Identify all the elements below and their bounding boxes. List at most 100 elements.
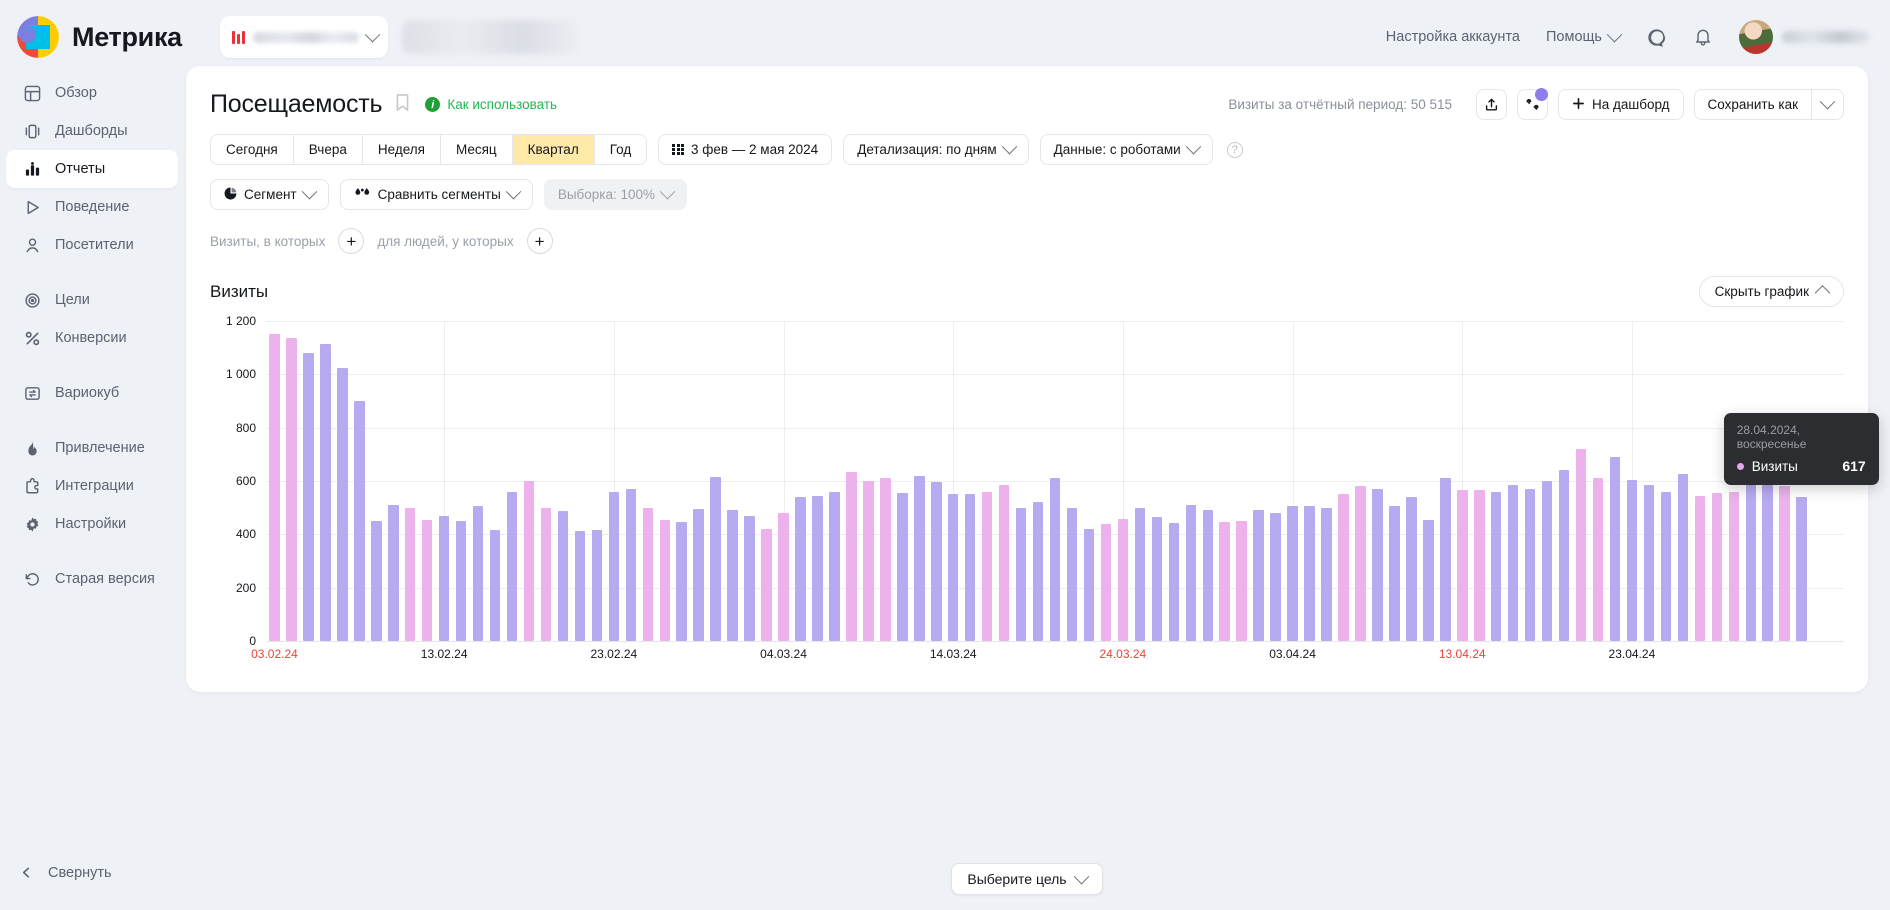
period-option-quarter[interactable]: Квартал [512, 135, 595, 164]
chart-bar-cell[interactable] [1233, 321, 1250, 641]
brand[interactable]: Метрика [0, 16, 220, 58]
sidebar-item-visitors[interactable]: Посетители [6, 226, 178, 264]
chart-bar-cell[interactable] [962, 321, 979, 641]
chart-bar-cell[interactable] [351, 321, 368, 641]
help-menu[interactable]: Помощь [1546, 26, 1623, 45]
chart-bar-cell[interactable] [792, 321, 809, 641]
chart-bar-cell[interactable] [385, 321, 402, 641]
chart-bar-cell[interactable] [521, 321, 538, 641]
period-option-week[interactable]: Неделя [362, 135, 441, 164]
save-as-button[interactable]: Сохранить как [1693, 89, 1811, 120]
chart-bar-cell[interactable] [554, 321, 571, 641]
chart-bar-cell[interactable] [1013, 321, 1030, 641]
chart-bar-cell[interactable] [504, 321, 521, 641]
chart-bar-cell[interactable] [894, 321, 911, 641]
chart-bar-cell[interactable] [877, 321, 894, 641]
sidebar-item-settings[interactable]: Настройки [6, 505, 178, 543]
account-settings-link[interactable]: Настройка аккаунта [1386, 29, 1520, 45]
chart-bar-cell[interactable] [741, 321, 758, 641]
save-as-menu-button[interactable] [1811, 89, 1844, 120]
chart-bar-cell[interactable] [656, 321, 673, 641]
add-people-condition-button[interactable]: + [526, 228, 553, 254]
chart-bar-cell[interactable] [639, 321, 656, 641]
chart-bar-cell[interactable] [1047, 321, 1064, 641]
chart-bar-cell[interactable] [928, 321, 945, 641]
chart-bar-cell[interactable] [1250, 321, 1267, 641]
chart-bar-cell[interactable] [707, 321, 724, 641]
chart-bar-cell[interactable] [826, 321, 843, 641]
period-option-yesterday[interactable]: Вчера [293, 135, 363, 164]
counter-selector[interactable] [220, 16, 388, 58]
chart-bar-cell[interactable] [266, 321, 283, 641]
chart-bar-cell[interactable] [1403, 321, 1420, 641]
sidebar-item-obzor[interactable]: Обзор [6, 74, 178, 112]
chart-bar-cell[interactable] [1335, 321, 1352, 641]
chart-plot-area[interactable]: 28.04.2024, воскресенье Визиты 617 [266, 321, 1879, 642]
chat-bubble-icon[interactable] [1646, 27, 1667, 48]
detail-level-dropdown[interactable]: Детализация: по дням [843, 134, 1029, 165]
chart-bar-cell[interactable] [1030, 321, 1047, 641]
chart-bar-cell[interactable] [436, 321, 453, 641]
hide-chart-button[interactable]: Скрыть график [1698, 276, 1844, 307]
chart-bar-cell[interactable] [538, 321, 555, 641]
how-to-use-link[interactable]: i Как использовать [425, 97, 557, 112]
data-source-dropdown[interactable]: Данные: с роботами [1039, 134, 1213, 165]
sampling-dropdown[interactable]: Выборка: 100% [543, 179, 688, 210]
chart-bar-cell[interactable] [1488, 321, 1505, 641]
compare-flags-icon[interactable] [1517, 88, 1548, 120]
question-mark-icon[interactable]: ? [1226, 141, 1243, 158]
chart-bar-cell[interactable] [1708, 321, 1725, 641]
chart-bar-cell[interactable] [470, 321, 487, 641]
chart-bar-cell[interactable] [588, 321, 605, 641]
chart-bar-cell[interactable] [1640, 321, 1657, 641]
chart-bar-cell[interactable] [1624, 321, 1641, 641]
segment-dropdown[interactable]: Сегмент [210, 179, 329, 210]
chart-bar-cell[interactable] [843, 321, 860, 641]
chart-bar-cell[interactable] [1522, 321, 1539, 641]
chart-bar-cell[interactable] [1081, 321, 1098, 641]
chart-bar-cell[interactable] [673, 321, 690, 641]
period-option-month[interactable]: Месяц [440, 135, 513, 164]
bookmark-icon[interactable] [395, 93, 410, 117]
chart-bar-cell[interactable] [1318, 321, 1335, 641]
chart-bar-cell[interactable] [860, 321, 877, 641]
chart-bar-cell[interactable] [1505, 321, 1522, 641]
sidebar-item-goals[interactable]: Цели [6, 281, 178, 319]
chart-bar-cell[interactable] [1165, 321, 1182, 641]
sidebar-item-conversions[interactable]: Конверсии [6, 319, 178, 357]
period-option-today[interactable]: Сегодня [211, 135, 294, 164]
chart-bar-cell[interactable] [758, 321, 775, 641]
select-goal-button[interactable]: Выберите цель [951, 863, 1103, 895]
chart-bar-cell[interactable] [419, 321, 436, 641]
chart-bar-cell[interactable] [1097, 321, 1114, 641]
chart-bar-cell[interactable] [1674, 321, 1691, 641]
sidebar-item-acquisition[interactable]: Привлечение [6, 429, 178, 467]
chart-bar-cell[interactable] [1607, 321, 1624, 641]
chart-bar-cell[interactable] [605, 321, 622, 641]
chart-bar-cell[interactable] [1352, 321, 1369, 641]
sidebar-item-integrations[interactable]: Интеграции [6, 467, 178, 505]
chart-bar-cell[interactable] [1556, 321, 1573, 641]
sidebar-item-dashboards[interactable]: Дашборды [6, 112, 178, 150]
add-to-dashboard-button[interactable]: На дашборд [1558, 89, 1684, 120]
sidebar-item-variocube[interactable]: Вариокуб [6, 374, 178, 412]
chart-bar-cell[interactable] [1199, 321, 1216, 641]
chart-bar-cell[interactable] [1386, 321, 1403, 641]
sidebar-collapse-button[interactable]: Свернуть [0, 863, 112, 882]
chart-bar-cell[interactable] [1216, 321, 1233, 641]
chart-bar-cell[interactable] [1284, 321, 1301, 641]
chart-bar-cell[interactable] [283, 321, 300, 641]
add-visit-condition-button[interactable]: + [338, 228, 365, 254]
chart-bar-cell[interactable] [1590, 321, 1607, 641]
chart-bar-cell[interactable] [1369, 321, 1386, 641]
chart-bar-cell[interactable] [622, 321, 639, 641]
chart-bar-cell[interactable] [690, 321, 707, 641]
chart-bar-cell[interactable] [1131, 321, 1148, 641]
chart-bar-cell[interactable] [571, 321, 588, 641]
sidebar-item-reports[interactable]: Отчеты [6, 150, 178, 188]
chart-bar-cell[interactable] [1148, 321, 1165, 641]
sidebar-item-behavior[interactable]: Поведение [6, 188, 178, 226]
chart-bar-cell[interactable] [724, 321, 741, 641]
chart-bar-cell[interactable] [775, 321, 792, 641]
bell-icon[interactable] [1693, 27, 1713, 47]
